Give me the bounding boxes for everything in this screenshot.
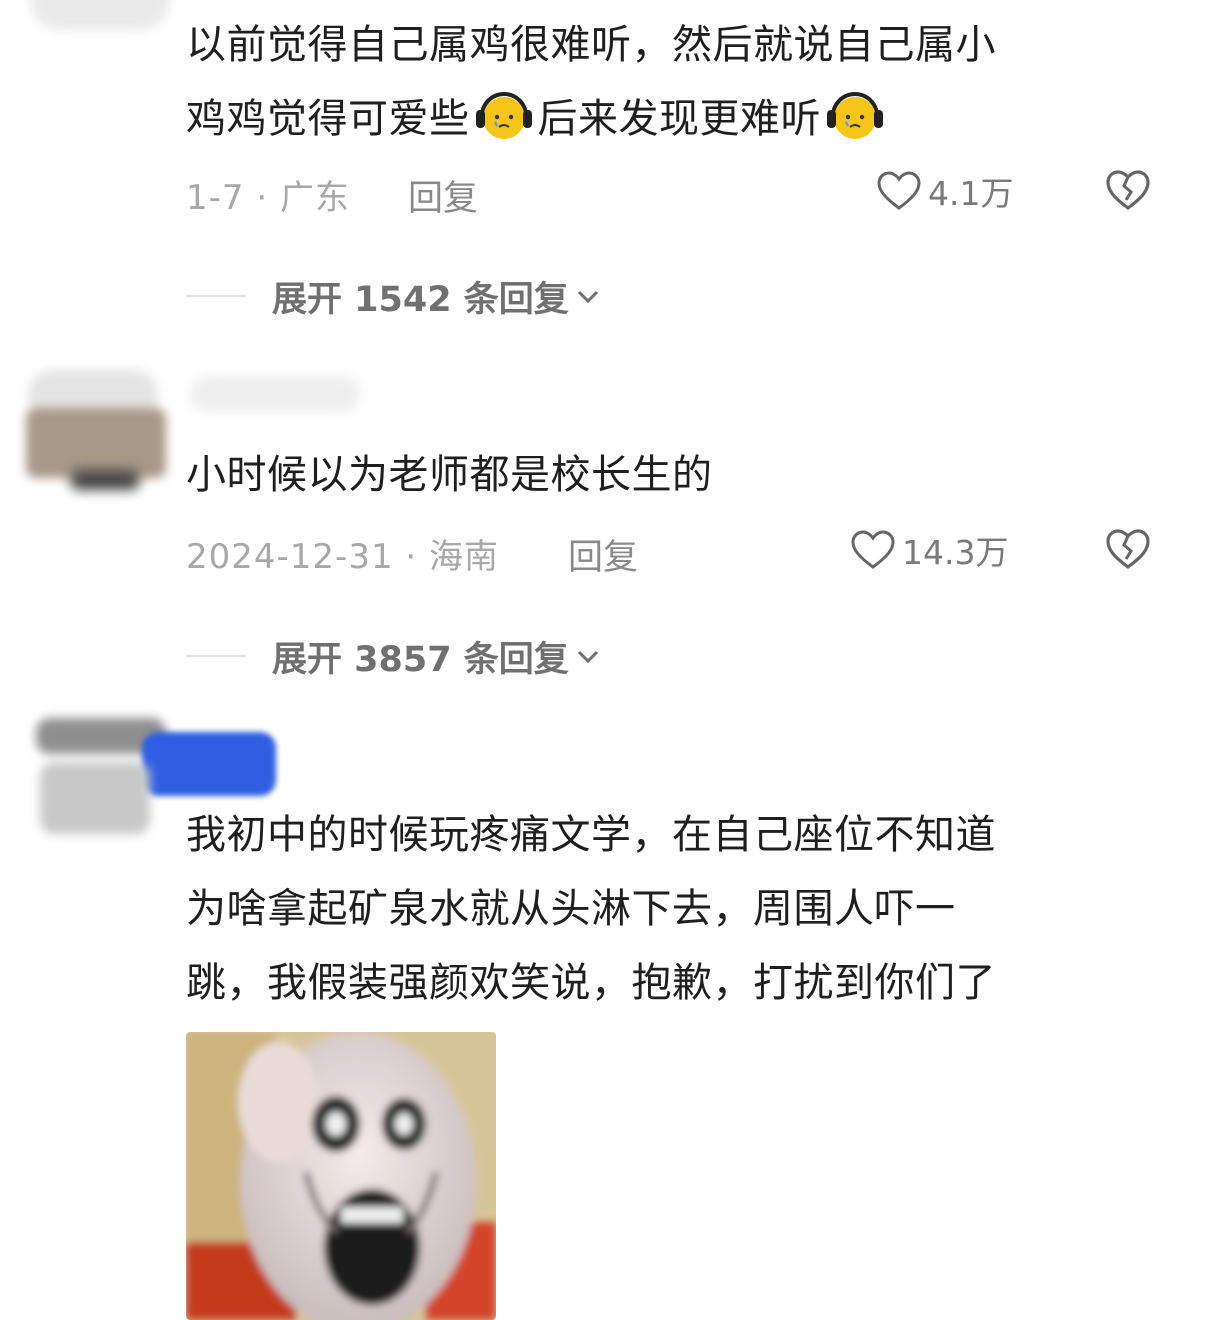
like-count: 4.1万 [928, 174, 1014, 213]
comment-meta: 1-7 · 广东 回复 4.1万 [186, 168, 1166, 219]
comment-line: 为啥拿起矿泉水就从头淋下去，周围人吓一 [186, 886, 956, 932]
comment-line: 跳，我假装强颜欢笑说，抱歉，打扰到你们了 [186, 960, 996, 1006]
divider-line [186, 655, 246, 657]
chevron-down-icon [577, 650, 598, 664]
comment-line: 鸡鸡觉得可爱些 后来发现更难听 [186, 82, 1146, 156]
broken-heart-icon [1106, 529, 1150, 569]
reply-button[interactable]: 回复 [408, 170, 478, 221]
reaction-sticker-image[interactable] [186, 1032, 496, 1320]
comment-text: 小时候以为老师都是校长生的 [186, 452, 713, 498]
chevron-down-icon [577, 290, 598, 304]
comment-fragment: 鸡鸡觉得可爱些 [186, 96, 470, 142]
comment-line: 我初中的时候玩疼痛文学，在自己座位不知道 [186, 812, 996, 858]
expand-replies[interactable]: 展开 3857 条回复 [186, 632, 603, 680]
comment-date-location: 2024-12-31 · 海南 [186, 537, 500, 577]
sad-face-headphones-icon [823, 90, 887, 142]
heart-outline-icon [851, 530, 895, 569]
comment-fragment: 后来发现更难听 [537, 96, 821, 142]
expand-replies-label: 展开 1542 条回复 [272, 279, 569, 320]
reply-button[interactable]: 回复 [568, 529, 638, 580]
divider-line [186, 295, 246, 297]
dislike-button[interactable] [1104, 166, 1152, 214]
expand-replies[interactable]: 展开 1542 条回复 [186, 272, 603, 320]
comment-text: 我初中的时候玩疼痛文学，在自己座位不知道 为啥拿起矿泉水就从头淋下去，周围人吓一… [186, 798, 1146, 1020]
comment-date-location: 1-7 · 广东 [186, 178, 350, 218]
heart-outline-icon [877, 171, 921, 210]
dislike-button[interactable] [1104, 525, 1152, 573]
like-button[interactable]: 14.3万 [850, 527, 1008, 573]
sad-face-headphones-icon [472, 90, 536, 142]
avatar-redacted[interactable] [30, 0, 170, 30]
expand-replies-label: 展开 3857 条回复 [272, 639, 569, 680]
broken-heart-icon [1106, 170, 1150, 210]
comment-line: 以前觉得自己属鸡很难听，然后就说自己属小 [186, 22, 996, 68]
comment-meta: 2024-12-31 · 海南 回复 14.3万 [186, 527, 1166, 578]
like-count: 14.3万 [902, 533, 1009, 572]
like-button[interactable]: 4.1万 [876, 168, 1013, 214]
comment-text: 以前觉得自己属鸡很难听，然后就说自己属小 鸡鸡觉得可爱些 后来发现更难听 [186, 8, 1146, 156]
